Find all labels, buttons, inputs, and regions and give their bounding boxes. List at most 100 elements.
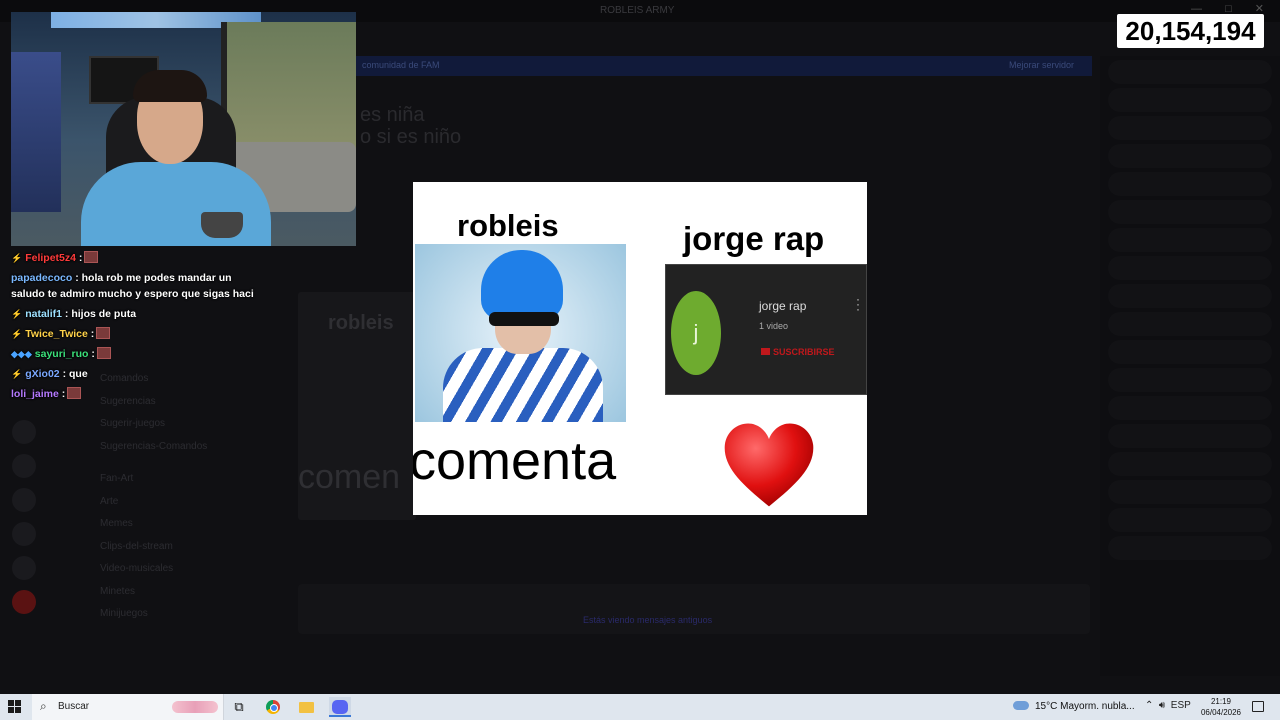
chat-username: papadecoco: [11, 272, 73, 284]
channel-item[interactable]: Memes: [0, 513, 250, 536]
member-item[interactable]: [1108, 116, 1272, 140]
robleis-photo: [415, 244, 626, 422]
chat-text: : hijos de puta: [64, 308, 137, 320]
chat-message: loli_jaime :: [11, 384, 261, 404]
clock-date: 06/04/2026: [1200, 708, 1242, 717]
photo-sunglasses: [489, 312, 559, 326]
search-label: Buscar: [58, 701, 90, 712]
chat-emote: [96, 347, 111, 359]
background-channel-list: Comandos Sugerencias Sugerir-juegos Suge…: [0, 373, 250, 626]
background-embedded-name: robleis: [328, 312, 394, 334]
subscribe-button: SUSCRIBIRSE: [761, 347, 835, 357]
notification-icon[interactable]: [1252, 701, 1264, 712]
chat-username: sayuri_ruo: [34, 348, 89, 360]
windows-start-icon[interactable]: [8, 700, 22, 714]
chat-text: :: [90, 328, 95, 340]
background-embedded-word: comen: [298, 458, 401, 496]
channel-item[interactable]: Fan-Art: [0, 468, 250, 491]
youtube-icon: [761, 348, 770, 355]
webcam-mate-cup: [201, 212, 243, 238]
chat-text: :: [91, 348, 95, 360]
member-item[interactable]: [1108, 172, 1272, 196]
discord-icon[interactable]: [329, 697, 351, 717]
weather-widget[interactable]: 15°C Mayorm. nubla...: [1013, 701, 1135, 712]
channel-item[interactable]: Video-musicales: [0, 558, 250, 581]
channel-video-count: 1 video: [759, 321, 789, 331]
member-item[interactable]: [1108, 452, 1272, 476]
channel-avatar: j: [671, 291, 721, 375]
member-item[interactable]: [1108, 508, 1272, 532]
photo-jacket: [443, 348, 603, 422]
clock-time: 21:19: [1210, 697, 1232, 706]
task-view-icon[interactable]: ⧉: [228, 697, 250, 717]
cloud-icon: [1013, 701, 1029, 710]
chat-text: :: [78, 252, 83, 264]
member-item[interactable]: [1108, 312, 1272, 336]
channel-item[interactable]: Minijuegos: [0, 603, 250, 626]
member-item[interactable]: [1108, 144, 1272, 168]
language-indicator[interactable]: ESP: [1171, 700, 1191, 711]
background-compose-area[interactable]: Estás viendo mensajes antiguos: [298, 584, 1090, 634]
member-item[interactable]: [1108, 228, 1272, 252]
member-item[interactable]: [1108, 424, 1272, 448]
chat-emote: [96, 327, 111, 339]
chat-username: Twice_Twice: [25, 328, 88, 340]
channel-item[interactable]: Minetes: [0, 581, 250, 604]
chrome-icon[interactable]: [262, 697, 284, 717]
search-icon: ⌕: [40, 699, 47, 713]
stream-frame: ROBLEIS ARMY — □ ✕ comunidad de FAM Mejo…: [0, 0, 1280, 694]
chat-username: natalif1: [25, 308, 62, 320]
member-item[interactable]: [1108, 480, 1272, 504]
chat-badge: ⚡: [11, 253, 23, 263]
webcam-window: [221, 22, 356, 152]
more-options-icon: · · ·: [856, 292, 860, 316]
chat-username: Felipet5z4: [25, 252, 76, 264]
channel-item[interactable]: Arte: [0, 491, 250, 514]
member-item[interactable]: [1108, 60, 1272, 84]
file-explorer-icon[interactable]: [295, 697, 317, 717]
chat-message: ◆◆◆ sayuri_ruo :: [11, 344, 261, 364]
chat-badge: ⚡: [11, 309, 23, 319]
background-compose-hint: Estás viendo mensajes antiguos: [583, 615, 713, 625]
background-member-list: [1100, 56, 1280, 676]
chat-message: ⚡ gXio02 : que: [11, 364, 261, 384]
background-window-title: ROBLEIS ARMY: [600, 5, 675, 16]
banner-left-text: comunidad de FAM: [362, 60, 440, 70]
background-message-line: o si es niño: [360, 126, 462, 148]
meme-right-title: jorge rap: [683, 220, 825, 257]
chat-badge: ⚡: [11, 329, 23, 339]
member-item[interactable]: [1108, 368, 1272, 392]
member-item[interactable]: [1108, 88, 1272, 112]
photo-blue-hair: [481, 250, 563, 320]
channel-item[interactable]: Clips-del-stream: [0, 536, 250, 559]
meme-image: robleis jorge rap j jorge rap 1 video SU…: [413, 182, 867, 515]
member-item[interactable]: [1108, 536, 1272, 560]
member-item[interactable]: [1108, 200, 1272, 224]
chat-message: ⚡ Felipet5z4 :: [11, 248, 261, 268]
webcam-streamer-body: [81, 162, 271, 246]
channel-name: jorge rap: [759, 299, 807, 313]
channel-item[interactable]: Sugerencias-Comandos: [0, 436, 250, 459]
member-item[interactable]: [1108, 340, 1272, 364]
background-message: es niña o si es niño: [360, 104, 461, 148]
youtube-channel-card: j jorge rap 1 video SUSCRIBIRSE · · ·: [665, 264, 867, 395]
windows-taskbar: ⌕ Buscar ⧉ 15°C Mayorm. nubla... ⌃ 🔊︎ ES…: [0, 694, 1280, 720]
taskbar-search[interactable]: ⌕ Buscar: [32, 694, 224, 720]
search-decoration: [172, 701, 218, 713]
chat-message: ⚡ Twice_Twice :: [11, 324, 261, 344]
member-item[interactable]: [1108, 256, 1272, 280]
channel-item[interactable]: Sugerir-juegos: [0, 413, 250, 436]
chat-username: loli_jaime: [11, 388, 59, 400]
member-item[interactable]: [1108, 396, 1272, 420]
view-counter: 20,154,194: [1117, 14, 1264, 48]
webcam-streamer-hair: [133, 70, 207, 102]
chat-message: papadecoco : hola rob me podes mandar un…: [11, 268, 261, 304]
chat-badge: ⚡: [11, 369, 23, 379]
member-item[interactable]: [1108, 284, 1272, 308]
chat-text: : que: [62, 368, 88, 380]
banner-right-button[interactable]: Mejorar servidor: [1009, 60, 1074, 70]
chat-username: gXio02: [25, 368, 60, 380]
system-tray[interactable]: ⌃ 🔊︎ ESP: [1145, 700, 1191, 711]
taskbar-clock[interactable]: 21:19 06/04/2026: [1196, 696, 1246, 718]
webcam-feed: [11, 12, 356, 246]
